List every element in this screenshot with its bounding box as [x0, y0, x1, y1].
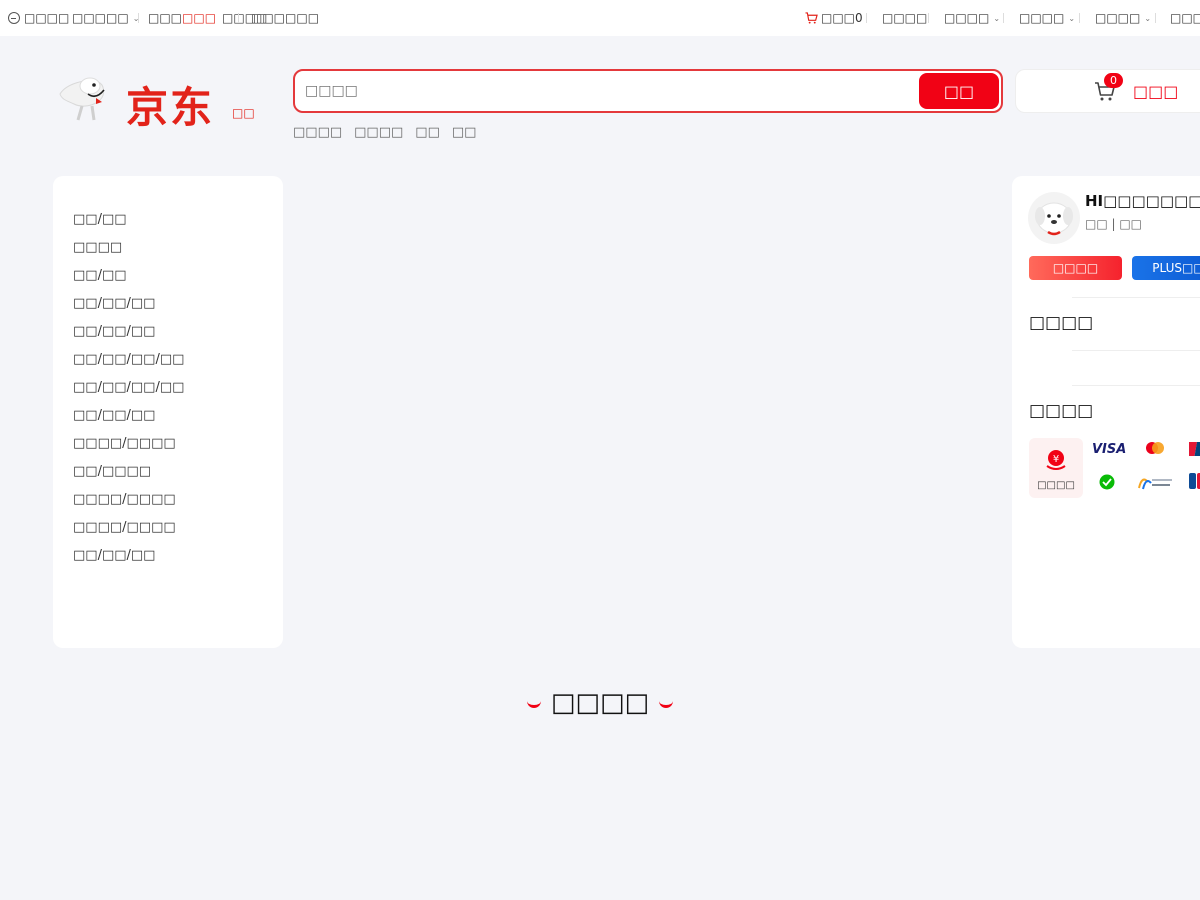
divider — [1155, 13, 1156, 23]
hot-keywords: □□□□ □□□□ □□ □□ — [293, 125, 476, 140]
section-title: □□□□ — [0, 688, 1200, 718]
menu-dropdown-2[interactable]: □□□□ ⌄ — [1019, 0, 1075, 36]
category-item[interactable]: □□□□/□□□□ — [53, 492, 283, 520]
category-item[interactable]: □□□□ — [53, 240, 283, 268]
category-item[interactable]: □□□□/□□□□ — [53, 436, 283, 464]
cart-count-badge: 0 — [1104, 73, 1123, 88]
home-link[interactable]: □□□□ — [8, 0, 69, 36]
chevron-down-icon: ⌄ — [993, 13, 1001, 23]
category-item[interactable]: □□/□□/□□ — [53, 296, 283, 324]
chevron-down-icon: ⌄ — [1068, 13, 1076, 23]
mastercard-icon — [1146, 442, 1164, 454]
divider — [1079, 13, 1080, 23]
search-box: □□ — [293, 69, 1003, 113]
cart-label: □□□ — [1133, 82, 1179, 101]
panel-section-title: □□□□ — [1029, 313, 1094, 333]
greeting: HI□□□□□□□! — [1085, 192, 1200, 210]
user-panel: HI□□□□□□□! □□ | □□ □□□□ PLUS□□ □□□□ □□□□… — [1012, 176, 1200, 648]
category-menu: □□/□□ □□□□ □□/□□ □□/□□/□□ □□/□□/□□ □□/□□… — [53, 176, 283, 648]
smile-decoration-icon — [659, 700, 674, 708]
divider — [1003, 13, 1004, 23]
divider — [138, 13, 139, 23]
divider — [1072, 350, 1200, 351]
cart-icon — [805, 12, 818, 24]
smile-decoration-icon — [526, 700, 541, 708]
menu-link-4[interactable]: □□□□ — [1170, 0, 1200, 36]
hot-keyword[interactable]: □□ — [415, 125, 440, 140]
promo-link[interactable]: □□□ □□□ □□□□ — [148, 0, 267, 36]
hot-keyword[interactable]: □□□□ — [354, 125, 403, 140]
octopus-icon — [1138, 478, 1172, 490]
category-item[interactable]: □□/□□/□□ — [53, 548, 283, 576]
login-register-links[interactable]: □□ | □□ — [1085, 217, 1142, 231]
jd-logo[interactable]: 京东 — [52, 64, 252, 132]
my-cart-button[interactable]: 0 □□□ — [1015, 69, 1200, 113]
hot-keyword[interactable]: □□ — [452, 125, 477, 140]
payment-main-option[interactable]: ¥ □□□□ — [1029, 438, 1083, 498]
topbar-cart-link[interactable]: □□□0 — [805, 0, 863, 36]
divider — [928, 13, 929, 23]
menu-dropdown-1[interactable]: □□□□ ⌄ — [944, 0, 1000, 36]
category-item[interactable]: □□/□□/□□ — [53, 408, 283, 436]
unionpay-icon — [1189, 442, 1200, 456]
category-item[interactable]: □□/□□/□□/□□ — [53, 352, 283, 380]
top-bar: □□□□ □□□□□ ⌄ □□□ □□□ □□□□ □□□□□□ □□□0 □□□□… — [0, 0, 1200, 36]
category-item[interactable]: □□/□□□□ — [53, 464, 283, 492]
divider — [1072, 385, 1200, 386]
category-item[interactable]: □□□□/□□□□ — [53, 520, 283, 548]
avatar — [1028, 192, 1080, 244]
divider — [238, 13, 239, 23]
search-button[interactable]: □□ — [919, 73, 999, 109]
svg-text:¥: ¥ — [1053, 454, 1059, 465]
visa-logo: VISA — [1092, 442, 1127, 457]
orders-link[interactable]: □□□□ — [882, 0, 927, 36]
category-item[interactable]: □□/□□/□□ — [53, 324, 283, 352]
location-selector[interactable]: □□□□□ ⌄ — [72, 0, 139, 36]
panel-section-title: □□□□ — [1029, 401, 1094, 421]
yuan-hand-icon: ¥ — [1046, 450, 1066, 470]
account-link[interactable]: □□□□□□ — [251, 0, 319, 36]
plus-member-button[interactable]: PLUS□□ — [1132, 256, 1200, 280]
home-icon — [8, 12, 20, 24]
wechat-pay-icon — [1099, 474, 1115, 490]
jcb-icon — [1189, 473, 1200, 489]
chevron-down-icon: ⌄ — [1144, 13, 1152, 23]
category-item[interactable]: □□/□□ — [53, 268, 283, 296]
register-button[interactable]: □□□□ — [1029, 256, 1122, 280]
search-input[interactable] — [305, 77, 905, 105]
category-item[interactable]: □□/□□/□□/□□ — [53, 380, 283, 408]
divider — [1072, 297, 1200, 298]
category-item[interactable]: □□/□□ — [53, 212, 283, 240]
hot-keyword[interactable]: □□□□ — [293, 125, 342, 140]
menu-dropdown-3[interactable]: □□□□ ⌄ — [1095, 0, 1151, 36]
logo-subtitle: □□ — [232, 106, 255, 120]
logo-wordmark: 京东 — [126, 83, 215, 132]
divider — [866, 13, 867, 23]
